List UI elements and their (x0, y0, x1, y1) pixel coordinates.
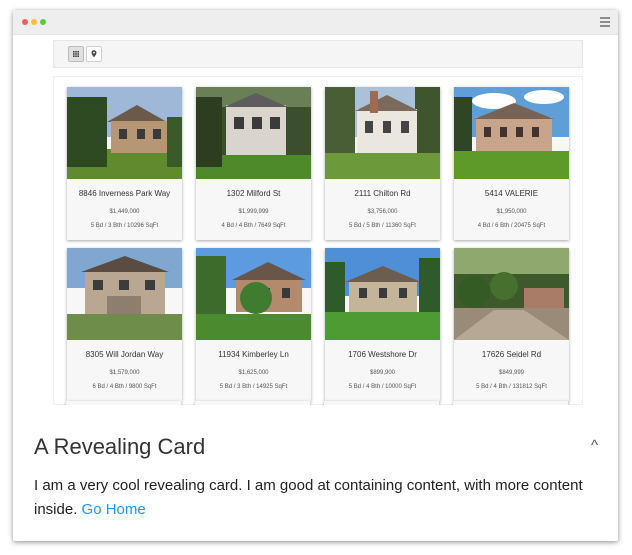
listing-address[interactable]: 8305 Will Jordan Way (67, 350, 182, 359)
hamburger-icon[interactable] (600, 17, 610, 27)
listing-address[interactable]: 11934 Kimberley Ln (196, 350, 311, 359)
minimize-dot[interactable] (31, 19, 37, 25)
house-photo[interactable] (325, 248, 440, 340)
house-photo[interactable] (196, 248, 311, 340)
listing-price: $899,900 (369, 370, 396, 376)
house-photo[interactable] (325, 87, 440, 179)
close-dot[interactable] (22, 19, 28, 25)
listing-card[interactable]: 11934 Kimberley Ln $1,625,000 5 Bd / 3 B… (196, 248, 311, 401)
listing-details: 6 Bd / 4 Bth / 9800 SqFt (92, 384, 157, 390)
listing-card-peek (453, 401, 568, 405)
card-body: I am a very cool revealing card. I am go… (34, 474, 604, 522)
house-photo[interactable] (454, 87, 569, 179)
listing-address[interactable]: 5414 VALERIE (454, 189, 569, 198)
view-toolbar (53, 40, 583, 68)
listing-price: $1,579,000 (109, 370, 140, 376)
listing-address[interactable]: 8846 Inverness Park Way (67, 189, 182, 198)
house-photo[interactable] (196, 87, 311, 179)
listing-card[interactable]: 1706 Westshore Dr $899,900 5 Bd / 4 Bth … (325, 248, 440, 401)
revealing-card: 8846 Inverness Park Way $1,449,000 5 Bd … (13, 10, 618, 541)
listing-address[interactable]: 2111 Chilton Rd (325, 189, 440, 198)
listing-card[interactable]: 8305 Will Jordan Way $1,579,000 6 Bd / 4… (67, 248, 182, 401)
house-photo[interactable] (67, 87, 182, 179)
listing-card-peek (195, 401, 310, 405)
listings-grid: 8846 Inverness Park Way $1,449,000 5 Bd … (53, 76, 583, 405)
go-home-link[interactable]: Go Home (82, 501, 146, 518)
listing-address[interactable]: 1302 Milford St (196, 189, 311, 198)
listing-address[interactable]: 17626 Seidel Rd (454, 350, 569, 359)
listing-card[interactable]: 2111 Chilton Rd $3,756,000 5 Bd / 5 Bth … (325, 87, 440, 240)
listing-card[interactable]: 5414 VALERIE $1,950,000 4 Bd / 6 Bth / 2… (454, 87, 569, 240)
listing-details: 4 Bd / 6 Bth / 20475 SqFt (477, 223, 546, 229)
listing-price: $1,999,999 (238, 209, 269, 215)
listing-price: $1,950,000 (496, 209, 527, 215)
listing-details: 5 Bd / 4 Bth / 131812 SqFt (476, 384, 547, 390)
listing-card[interactable]: 8846 Inverness Park Way $1,449,000 5 Bd … (67, 87, 182, 240)
listing-card[interactable]: 1302 Milford St $1,999,999 4 Bd / 4 Bth … (196, 87, 311, 240)
grid-view-button[interactable] (68, 46, 84, 62)
window-titlebar (13, 10, 618, 35)
map-view-button[interactable] (86, 46, 102, 62)
listing-card[interactable]: 17626 Seidel Rd $849,999 5 Bd / 4 Bth / … (454, 248, 569, 401)
listing-card-peek (66, 401, 181, 405)
map-marker-icon (91, 50, 97, 58)
listing-price: $1,625,000 (238, 370, 269, 376)
listing-details: 5 Bd / 5 Bth / 11360 SqFt (349, 223, 416, 229)
house-photo[interactable] (454, 248, 569, 340)
listing-details: 4 Bd / 4 Bth / 7649 SqFt (221, 223, 286, 229)
maximize-dot[interactable] (40, 19, 46, 25)
listing-details: 5 Bd / 3 Bth / 10296 SqFt (90, 223, 159, 229)
listing-address[interactable]: 1706 Westshore Dr (325, 350, 440, 359)
grid-icon (73, 51, 79, 57)
card-title: A Revealing Card (34, 434, 206, 459)
house-photo[interactable] (67, 248, 182, 340)
listing-price: $849,999 (498, 370, 525, 376)
listing-price: $3,756,000 (367, 209, 398, 215)
listing-details: 5 Bd / 4 Bth / 10000 SqFt (348, 384, 417, 390)
listing-card-peek (324, 401, 439, 405)
listing-details: 5 Bd / 3 Bth / 14925 SqFt (219, 384, 288, 390)
embedded-listings-page[interactable]: 8846 Inverness Park Way $1,449,000 5 Bd … (53, 40, 583, 405)
reveal-toggle-button[interactable]: ^ (591, 437, 598, 454)
listing-price: $1,449,000 (109, 209, 140, 215)
